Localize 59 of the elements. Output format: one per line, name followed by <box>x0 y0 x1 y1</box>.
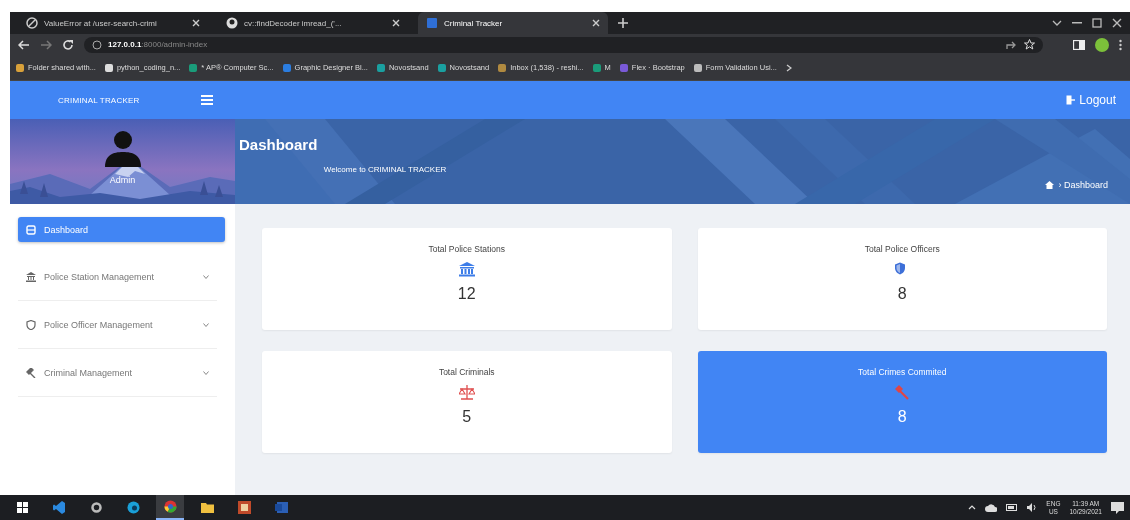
breadcrumb[interactable]: › Dashboard <box>1058 180 1108 190</box>
scales-icon <box>458 385 475 400</box>
shield-icon <box>26 319 36 330</box>
chevron-up-icon[interactable] <box>968 505 977 510</box>
chrome-icon[interactable] <box>163 500 177 513</box>
logout-link[interactable]: Logout <box>1066 93 1116 107</box>
welcome-text: Welcome to CRIMINAL TRACKER <box>322 165 447 174</box>
notification-icon[interactable] <box>1111 501 1124 514</box>
browser-tab[interactable]: cv::findDecoder imread_('... <box>218 12 408 34</box>
cloud-icon[interactable] <box>985 503 998 512</box>
more-icon[interactable] <box>1119 38 1122 51</box>
back-icon[interactable] <box>18 39 30 50</box>
chevron-down-icon[interactable] <box>1052 20 1062 26</box>
close-icon[interactable] <box>592 19 600 27</box>
page-title: Dashboard <box>238 136 318 153</box>
close-icon[interactable] <box>392 19 400 27</box>
share-icon[interactable] <box>1006 39 1018 50</box>
gavel-icon <box>894 385 911 400</box>
close-icon[interactable] <box>1112 18 1122 28</box>
battery-icon[interactable] <box>1006 504 1019 511</box>
windows-start-icon[interactable] <box>15 501 29 514</box>
card-value: 8 <box>897 285 907 303</box>
chevron-right-icon[interactable] <box>785 63 792 72</box>
sidebar-item[interactable]: Police Officer Management <box>18 301 217 349</box>
minimize-icon[interactable] <box>1072 22 1082 24</box>
gavel-icon <box>26 367 36 378</box>
browser-tab[interactable]: Criminal Tracker <box>418 12 608 34</box>
sidebar-icon[interactable] <box>1073 39 1085 50</box>
close-icon[interactable] <box>192 19 200 27</box>
dashboard-icon <box>26 224 36 235</box>
star-icon[interactable] <box>1024 39 1035 50</box>
avatar-icon[interactable] <box>1095 37 1109 52</box>
app-icon[interactable] <box>237 501 251 514</box>
card-value: 8 <box>897 408 907 426</box>
folder-icon[interactable] <box>200 501 214 514</box>
logout-icon <box>1066 95 1076 105</box>
card-value: 5 <box>462 408 472 426</box>
sidebar-item[interactable]: Criminal Management <box>18 349 217 397</box>
card-title: Total Crimes Commited <box>858 367 947 377</box>
home-icon[interactable] <box>1045 181 1055 189</box>
card-value: 12 <box>457 285 476 303</box>
browser-tab[interactable]: ValueError at /user-search-crimi <box>18 12 208 34</box>
info-icon <box>92 39 102 50</box>
brand-title: CRIMINAL TRACKER <box>58 95 140 105</box>
card-title: Total Police Stations <box>428 244 505 254</box>
card-title: Total Criminals <box>438 367 495 377</box>
card-title: Total Police Officers <box>864 244 940 254</box>
maximize-icon[interactable] <box>1092 18 1102 28</box>
bank-icon <box>458 262 475 277</box>
speaker-icon[interactable] <box>1027 503 1038 512</box>
page-icon <box>426 17 438 29</box>
forward-icon[interactable] <box>40 39 52 50</box>
menu-icon[interactable] <box>201 95 213 105</box>
sidebar-item[interactable]: Police Station Management <box>18 253 217 301</box>
address-bar[interactable]: 127.0.0.1:8000/admin-index <box>84 36 1043 53</box>
sidebar-item[interactable]: Dashboard <box>18 217 225 242</box>
bank-icon <box>26 271 36 282</box>
reload-icon[interactable] <box>62 38 74 51</box>
new-tab-icon[interactable] <box>618 18 628 28</box>
